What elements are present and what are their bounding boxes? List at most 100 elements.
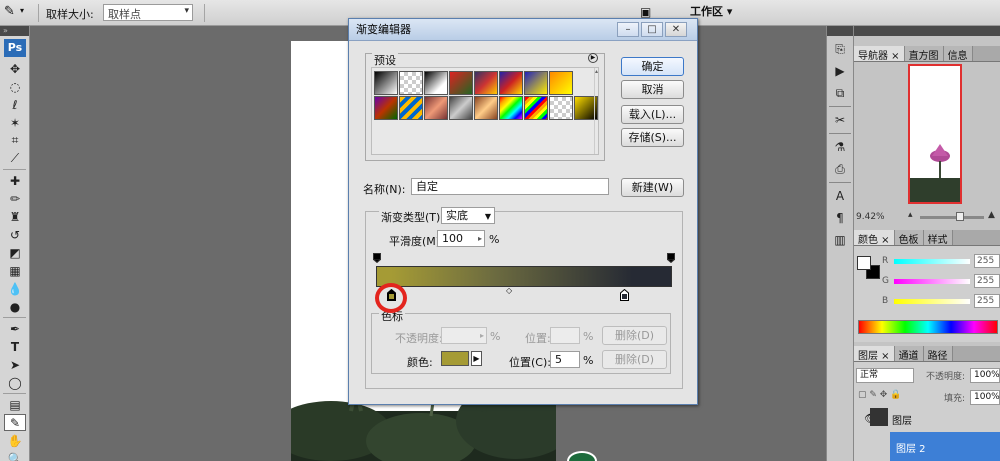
navigator-thumbnail[interactable] xyxy=(908,64,962,204)
sample-size-select[interactable]: 取样点 ▾ xyxy=(103,4,193,21)
color-spectrum[interactable] xyxy=(858,320,998,334)
blue-slider[interactable]: B 255 xyxy=(882,294,1000,308)
opacity-stop-right[interactable] xyxy=(667,253,675,263)
presets-menu-icon[interactable]: ▶ xyxy=(588,53,598,63)
preset-swatch[interactable] xyxy=(474,96,498,120)
blue-value[interactable]: 255 xyxy=(974,294,1000,308)
move-tool-icon[interactable]: ✥ xyxy=(4,60,26,77)
preset-swatch[interactable] xyxy=(374,96,398,120)
zoom-slider[interactable] xyxy=(920,216,984,219)
pen-tool-icon[interactable]: ✒ xyxy=(4,320,26,337)
tab-layers[interactable]: 图层 × xyxy=(854,346,895,362)
brush-tool-icon[interactable]: ✏ xyxy=(4,190,26,207)
zoom-slider-thumb[interactable] xyxy=(956,212,964,221)
foreground-color[interactable] xyxy=(857,256,871,270)
delete-color-stop-button[interactable]: 删除(D) xyxy=(602,350,667,369)
tab-paths[interactable]: 路径 xyxy=(923,346,953,362)
brushes-icon[interactable]: ⚗ xyxy=(830,138,850,156)
cancel-button[interactable]: 取消 xyxy=(621,80,684,99)
eyedropper-tool-icon[interactable]: ✎ xyxy=(4,414,26,431)
camera-icon[interactable]: ▣ xyxy=(640,5,651,19)
new-button[interactable]: 新建(W) xyxy=(621,178,684,197)
color-location-input[interactable]: 5 xyxy=(550,351,580,368)
preset-swatch[interactable] xyxy=(449,96,473,120)
zoom-out-icon[interactable]: ▴ xyxy=(908,210,913,220)
tab-channels[interactable]: 通道 xyxy=(894,346,924,362)
preset-swatch[interactable] xyxy=(524,96,548,120)
minimize-button[interactable]: – xyxy=(617,22,639,37)
slider-track[interactable] xyxy=(894,279,970,284)
zoom-in-icon[interactable]: ▲ xyxy=(988,210,995,220)
history-brush-tool-icon[interactable]: ↺ xyxy=(4,226,26,243)
ok-button[interactable]: 确定 xyxy=(621,57,684,76)
eyedropper-icon[interactable]: ✎ xyxy=(4,4,15,19)
red-slider[interactable]: R 255 xyxy=(882,254,1000,268)
preset-swatch[interactable] xyxy=(374,71,398,95)
load-button[interactable]: 载入(L)... xyxy=(621,105,684,124)
workspace-menu[interactable]: 工作区 ▾ xyxy=(690,3,732,19)
preset-swatch[interactable] xyxy=(399,96,423,120)
notes-tool-icon[interactable]: ▤ xyxy=(4,396,26,413)
character-icon[interactable]: A xyxy=(830,187,850,205)
crop-tool-icon[interactable]: ⌗ xyxy=(4,132,26,149)
gradient-tool-icon[interactable]: ▦ xyxy=(4,262,26,279)
type-tool-icon[interactable]: T xyxy=(4,338,26,355)
dodge-tool-icon[interactable]: ● xyxy=(4,298,26,315)
clone-source-icon[interactable]: ⎙ xyxy=(830,160,850,178)
blend-mode-select[interactable]: 正常 xyxy=(856,368,914,383)
history-state-icon[interactable]: ⧉ xyxy=(830,84,850,102)
preset-swatch[interactable] xyxy=(424,71,448,95)
tab-color[interactable]: 颜色 × xyxy=(854,230,895,246)
marquee-tool-icon[interactable]: ◌ xyxy=(4,78,26,95)
panel-grip[interactable] xyxy=(854,26,1000,36)
preset-swatch[interactable] xyxy=(474,71,498,95)
fill-input[interactable]: 100% xyxy=(970,390,1000,405)
stepper-icon[interactable]: ▸ xyxy=(478,231,482,246)
magic-wand-tool-icon[interactable]: ✶ xyxy=(4,114,26,131)
close-button[interactable]: ✕ xyxy=(665,22,687,37)
slice-eyedropper-tool-icon[interactable]: ⟋ xyxy=(4,150,26,167)
preset-swatch[interactable] xyxy=(399,71,423,95)
path-selection-tool-icon[interactable]: ➤ xyxy=(4,356,26,373)
hand-tool-icon[interactable]: ✋ xyxy=(4,432,26,449)
preset-swatch[interactable] xyxy=(499,71,523,95)
actions-icon[interactable]: ▶ xyxy=(830,62,850,80)
layer-comps-icon[interactable]: ▥ xyxy=(830,231,850,249)
panel-grip[interactable]: » xyxy=(0,26,29,36)
paragraph-icon[interactable]: ¶ xyxy=(830,209,850,227)
zoom-tool-icon[interactable]: 🔍 xyxy=(4,450,26,461)
slider-track[interactable] xyxy=(894,299,970,304)
color-menu-arrow-icon[interactable]: ▶ xyxy=(471,351,482,366)
preset-swatch[interactable] xyxy=(499,96,523,120)
blur-tool-icon[interactable]: 💧 xyxy=(4,280,26,297)
green-slider[interactable]: G 255 xyxy=(882,274,1000,288)
layer-thumbnail[interactable] xyxy=(870,408,888,426)
green-value[interactable]: 255 xyxy=(974,274,1000,288)
history-icon[interactable]: ⎘ xyxy=(830,40,850,58)
opacity-stop-left[interactable] xyxy=(373,253,381,263)
preset-swatch[interactable] xyxy=(549,96,573,120)
eraser-tool-icon[interactable]: ◩ xyxy=(4,244,26,261)
gradient-type-select[interactable]: 实底 ▼ xyxy=(441,207,495,224)
tab-styles[interactable]: 样式 xyxy=(923,230,953,246)
slider-track[interactable] xyxy=(894,259,970,264)
shape-tool-icon[interactable]: ◯ xyxy=(4,374,26,391)
panel-grip[interactable] xyxy=(827,26,853,36)
preset-swatch[interactable] xyxy=(524,71,548,95)
stop-color-swatch[interactable] xyxy=(441,351,469,366)
lasso-tool-icon[interactable]: ℓ xyxy=(4,96,26,113)
opacity-input[interactable]: 100% xyxy=(970,368,1000,383)
tab-histogram[interactable]: 直方图 xyxy=(904,46,944,62)
clone-stamp-tool-icon[interactable]: ♜ xyxy=(4,208,26,225)
tab-swatches[interactable]: 色板 xyxy=(894,230,924,246)
lock-icons[interactable]: ▢ ✎ ✥ 🔒 xyxy=(858,390,901,400)
tool-presets-icon[interactable]: ✂ xyxy=(830,111,850,129)
gradient-preview-bar[interactable] xyxy=(376,266,672,287)
name-field[interactable]: 自定 xyxy=(411,178,609,195)
smoothness-input[interactable]: 100 ▸ xyxy=(437,230,485,247)
tab-navigator[interactable]: 导航器 × xyxy=(854,46,905,62)
maximize-button[interactable]: □ xyxy=(641,22,663,37)
layer-row-selected[interactable]: 图层 2 xyxy=(890,432,1000,461)
presets-scrollbar[interactable]: ▴ xyxy=(594,68,600,154)
color-stop-right[interactable] xyxy=(620,289,629,301)
